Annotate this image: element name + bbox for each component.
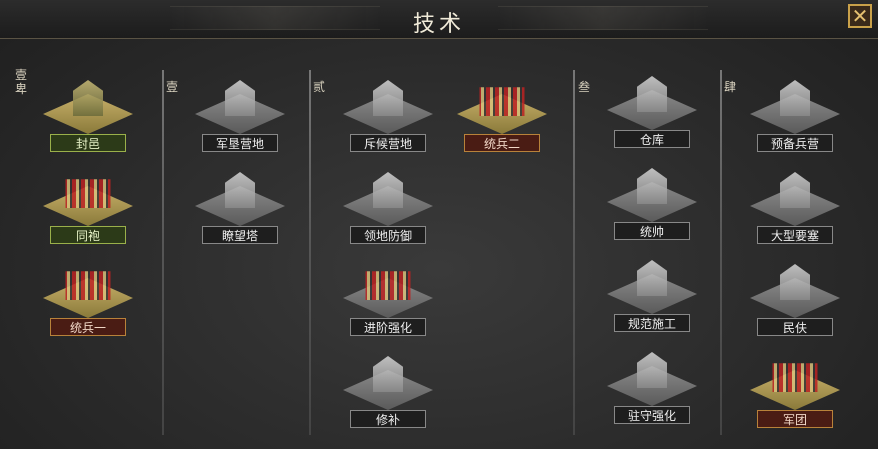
tier-label-3: 贰: [312, 80, 325, 94]
tech-node-cangku[interactable]: 仓库: [602, 76, 702, 148]
tech-node-lingdi-fangyu[interactable]: 领地防御: [338, 172, 438, 244]
tech-node-tongbing-1[interactable]: 统兵一: [38, 264, 138, 336]
tech-label: 进阶强化: [350, 318, 426, 336]
army-icon: [479, 87, 525, 116]
tech-label: 领地防御: [350, 226, 426, 244]
tech-node-watchtower[interactable]: 瞭望塔: [190, 172, 290, 244]
tech-label: 驻守强化: [614, 406, 690, 424]
spearmen-icon: [365, 271, 411, 300]
tech-label: 大型要塞: [757, 226, 833, 244]
tier-label-4: 叁: [577, 80, 590, 94]
tech-label: 统帅: [614, 222, 690, 240]
column-divider: [162, 70, 164, 435]
tier-label-2: 壹: [165, 80, 178, 94]
tech-label: 封邑: [50, 134, 126, 152]
tech-node-xiubu[interactable]: 修补: [338, 356, 438, 428]
tech-label: 仓库: [614, 130, 690, 148]
tech-node-jinjie[interactable]: 进阶强化: [338, 264, 438, 336]
tech-node-tongpao[interactable]: 同袍: [38, 172, 138, 244]
tech-node-fengyi[interactable]: 封邑: [38, 80, 138, 152]
tech-label: 统兵一: [50, 318, 126, 336]
tech-node-zhushou[interactable]: 驻守强化: [602, 352, 702, 424]
tech-label: 军垦营地: [202, 134, 278, 152]
tech-node-guifan[interactable]: 规范施工: [602, 260, 702, 332]
tech-node-juntuan[interactable]: 军团: [745, 356, 845, 428]
tech-label: 军团: [757, 410, 833, 428]
tech-node-chihou[interactable]: 斥候营地: [338, 80, 438, 152]
tech-label: 修补: [350, 410, 426, 428]
tier-label-1: 壹 卑: [14, 68, 27, 96]
page-title: 技术: [412, 11, 465, 36]
tech-label: 民伕: [757, 318, 833, 336]
tier-label-5: 肆: [723, 80, 736, 94]
tech-node-tongshuai[interactable]: 统帅: [602, 168, 702, 240]
column-divider: [573, 70, 575, 435]
close-button[interactable]: ✕: [848, 4, 872, 28]
tech-node-daxing-yaosai[interactable]: 大型要塞: [745, 172, 845, 244]
column-divider: [309, 70, 311, 435]
tech-label: 斥候营地: [350, 134, 426, 152]
tech-label: 瞭望塔: [202, 226, 278, 244]
tech-label: 规范施工: [614, 314, 690, 332]
legion-icon: [772, 363, 818, 392]
tech-label: 同袍: [50, 226, 126, 244]
soldiers-icon: [65, 179, 111, 208]
tech-node-minfu[interactable]: 民伕: [745, 264, 845, 336]
tech-node-junken[interactable]: 军垦营地: [190, 80, 290, 152]
tech-label: 预备兵营: [757, 134, 833, 152]
column-divider: [720, 70, 722, 435]
title-bar: 技术 ✕: [0, 0, 878, 39]
army-icon: [65, 271, 111, 300]
tech-node-tongbing-2[interactable]: 统兵二: [452, 80, 552, 152]
tech-label: 统兵二: [464, 134, 540, 152]
tech-node-yubei[interactable]: 预备兵营: [745, 80, 845, 152]
